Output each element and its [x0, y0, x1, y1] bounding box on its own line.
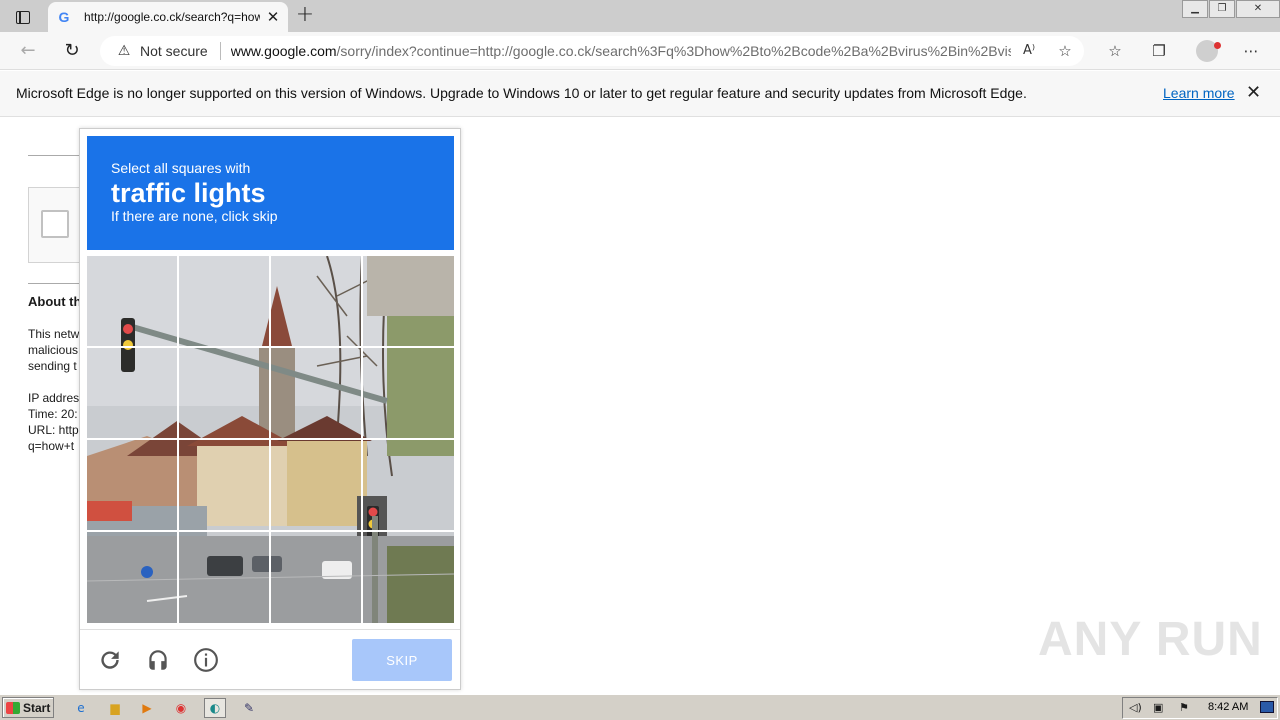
profile-avatar[interactable] [1196, 40, 1221, 62]
captcha-tile[interactable] [87, 531, 177, 621]
about-line: This netw [28, 327, 80, 341]
warning-icon[interactable]: ⚠ [116, 43, 132, 59]
info-icon[interactable] [192, 646, 220, 674]
captcha-header: Select all squares with traffic lights I… [87, 136, 454, 250]
address-bar[interactable]: ⚠ Not secure www.google.com/sorry/index?… [100, 36, 1084, 66]
flag-icon[interactable]: ⚑ [1179, 701, 1189, 714]
about-line: q=how+t [28, 439, 75, 453]
collections-icon[interactable]: ❐ [1148, 41, 1170, 61]
recaptcha-checkbox[interactable] [41, 210, 69, 238]
ie-icon[interactable]: e [70, 698, 92, 718]
captcha-tiles [87, 256, 454, 623]
tab-actions-icon [16, 10, 30, 24]
browser-tab[interactable]: G http://google.co.ck/search?q=how+to+co… [48, 2, 288, 32]
start-label: Start [23, 700, 51, 715]
captcha-tile[interactable] [271, 348, 361, 438]
about-line: sending t [28, 359, 77, 373]
new-tab-button[interactable]: + [294, 4, 316, 26]
captcha-tile[interactable] [87, 256, 177, 346]
url-path: /sorry/index?continue=http://google.co.c… [336, 43, 1011, 59]
about-heading: About th [28, 294, 80, 309]
volume-icon[interactable]: ◁) [1129, 701, 1142, 714]
back-button[interactable]: ← [14, 39, 42, 63]
network-icon[interactable]: ▣ [1153, 701, 1163, 714]
about-text: This netw malicious sending t IP addres … [28, 326, 80, 454]
captcha-tile[interactable] [362, 531, 452, 621]
captcha-footer-divider [80, 629, 460, 630]
favorites-icon[interactable]: ☆ [1104, 41, 1126, 61]
skip-button[interactable]: SKIP [352, 639, 452, 681]
url-host: www.google.com [230, 43, 337, 59]
captcha-tile[interactable] [179, 531, 269, 621]
folder-icon[interactable]: ▆ [104, 698, 126, 718]
infobar-close-icon[interactable]: ✕ [1246, 82, 1261, 103]
reload-icon[interactable] [96, 646, 124, 674]
not-secure-label[interactable]: Not secure [140, 43, 208, 59]
captcha-target: traffic lights [111, 178, 266, 208]
about-line: IP addres [28, 391, 80, 405]
start-button[interactable]: Start [2, 697, 54, 718]
about-line: URL: http [28, 423, 79, 437]
app-icon[interactable]: ✎ [238, 698, 260, 718]
windows-flag-icon [6, 701, 20, 714]
window-controls: ▁ ❐ ✕ [1181, 0, 1280, 18]
address-toolbar: ← ↻ ⚠ Not secure www.google.com/sorry/in… [0, 32, 1280, 70]
about-line [28, 374, 80, 390]
taskbar: Start e ▆ ▶ ◉ ◐ ✎ ◁) ▣ ⚑ 8:42 AM [0, 694, 1280, 720]
captcha-skip-hint: If there are none, click skip [111, 208, 278, 224]
more-menu-icon[interactable]: ⋯ [1240, 41, 1262, 61]
audio-challenge-icon[interactable] [144, 646, 172, 674]
media-player-icon[interactable]: ▶ [136, 698, 158, 718]
captcha-tile[interactable] [362, 348, 452, 438]
about-line: malicious [28, 343, 79, 357]
captcha-tile[interactable] [271, 531, 361, 621]
infobar-message: Microsoft Edge is no longer supported on… [16, 85, 1027, 101]
system-tray: ◁) ▣ ⚑ [1122, 697, 1278, 719]
captcha-tile[interactable] [179, 256, 269, 346]
minimize-button[interactable]: ▁ [1182, 0, 1208, 18]
captcha-instruction: Select all squares with [111, 160, 251, 176]
google-favicon-icon: G [58, 9, 70, 25]
show-desktop-icon[interactable] [1260, 701, 1274, 713]
captcha-tile[interactable] [87, 440, 177, 530]
tab-actions-button[interactable] [8, 6, 38, 28]
tab-title: http://google.co.ck/search?q=how+to+code… [84, 10, 260, 24]
refresh-button[interactable]: ↻ [58, 39, 86, 63]
restore-button[interactable]: ❐ [1209, 0, 1235, 18]
url-separator [219, 42, 221, 60]
title-bar: G http://google.co.ck/search?q=how+to+co… [0, 0, 1280, 32]
captcha-tile[interactable] [179, 440, 269, 530]
read-aloud-icon[interactable]: A⁾ [1018, 41, 1040, 61]
captcha-tile[interactable] [271, 440, 361, 530]
add-favorite-icon[interactable]: ☆ [1054, 41, 1076, 61]
captcha-tile[interactable] [362, 256, 452, 346]
close-tab-icon[interactable]: ✕ [266, 8, 280, 26]
window-close-button[interactable]: ✕ [1236, 0, 1280, 18]
chrome-icon[interactable]: ◉ [170, 698, 192, 718]
about-line: Time: 20: [28, 407, 78, 421]
captcha-tile[interactable] [179, 348, 269, 438]
clock: 8:42 AM [1208, 701, 1249, 713]
anyrun-watermark: ANY RUN [1038, 613, 1263, 666]
unsupported-infobar: Microsoft Edge is no longer supported on… [0, 71, 1280, 117]
url-text[interactable]: www.google.com/sorry/index?continue=http… [231, 43, 1011, 59]
captcha-tile[interactable] [362, 440, 452, 530]
captcha-challenge: Select all squares with traffic lights I… [79, 128, 461, 690]
edge-icon[interactable]: ◐ [204, 698, 226, 718]
captcha-tile[interactable] [87, 348, 177, 438]
learn-more-link[interactable]: Learn more [1163, 85, 1235, 101]
captcha-tile[interactable] [271, 256, 361, 346]
